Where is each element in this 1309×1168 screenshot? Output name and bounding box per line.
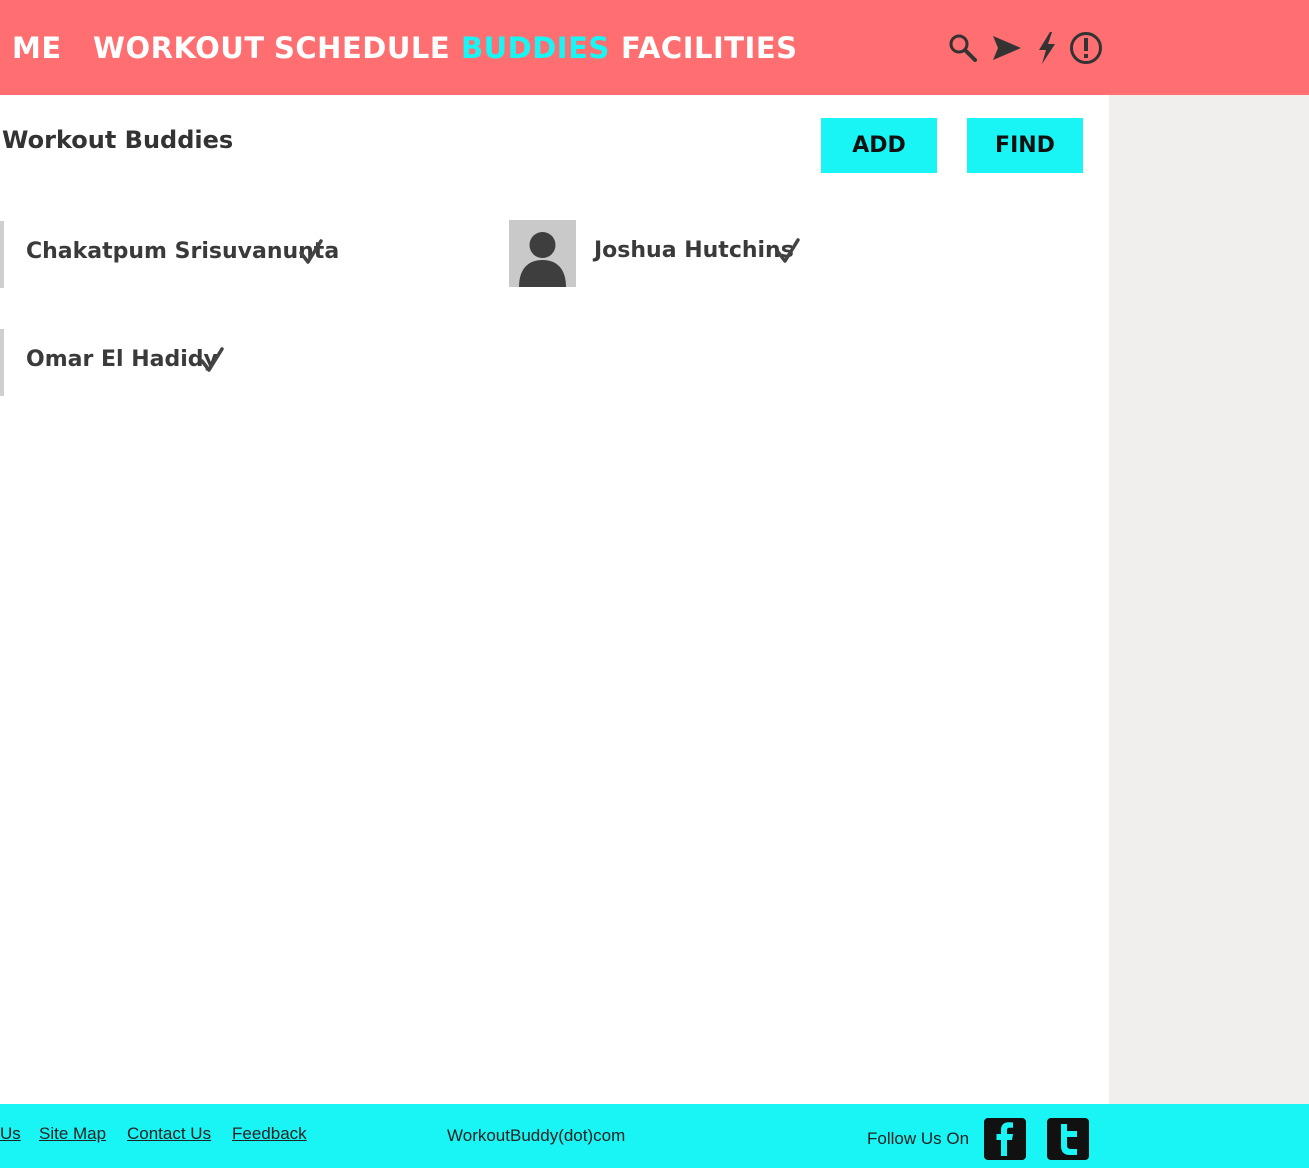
- top-nav-bar: ME WORKOUT SCHEDULE BUDDIES FACILITIES: [0, 0, 1309, 95]
- facebook-icon[interactable]: [984, 1118, 1026, 1160]
- footer-link-site-map[interactable]: Site Map: [39, 1124, 106, 1144]
- buddy-name: Omar El Hadidy: [26, 347, 218, 372]
- buddy-name: Joshua Hutchins: [594, 238, 794, 263]
- follow-label: Follow Us On: [867, 1129, 970, 1148]
- send-icon[interactable]: [990, 30, 1024, 66]
- find-buddy-button[interactable]: FIND: [967, 118, 1083, 173]
- search-icon[interactable]: [946, 30, 980, 66]
- site-name: WorkoutBuddy(dot)com: [447, 1126, 626, 1145]
- check-icon: [776, 238, 800, 263]
- buddy-avatar-placeholder: [0, 221, 4, 288]
- right-sidebar: [1109, 95, 1309, 1104]
- footer-link-contact-us[interactable]: Contact Us: [127, 1124, 211, 1144]
- nav-item-buddies[interactable]: BUDDIES: [461, 28, 610, 68]
- nav-item-workout[interactable]: WORKOUT: [93, 28, 265, 68]
- check-icon: [200, 347, 224, 372]
- buddy-avatar-placeholder: [0, 329, 4, 396]
- nav-item-me[interactable]: ME: [12, 28, 62, 68]
- page-title: Workout Buddies: [2, 126, 234, 154]
- nav-item-schedule[interactable]: SCHEDULE: [274, 28, 450, 68]
- twitter-icon[interactable]: [1047, 1118, 1089, 1160]
- check-icon: [299, 239, 323, 264]
- footer: Us Site Map Contact Us Feedback WorkoutB…: [0, 1104, 1309, 1168]
- buddy-item[interactable]: Chakatpum Srisuvanunta: [0, 221, 400, 288]
- buddy-name: Chakatpum Srisuvanunta: [26, 239, 340, 264]
- footer-link-feedback[interactable]: Feedback: [232, 1124, 307, 1144]
- alert-icon[interactable]: [1069, 30, 1103, 66]
- avatar: [509, 220, 576, 287]
- buddy-item[interactable]: Joshua Hutchins: [509, 220, 829, 287]
- add-buddy-button[interactable]: ADD: [821, 118, 937, 173]
- buddy-item[interactable]: Omar El Hadidy: [0, 329, 300, 396]
- lightning-icon[interactable]: [1030, 30, 1064, 66]
- nav-item-facilities[interactable]: FACILITIES: [621, 28, 798, 68]
- footer-link-about-us[interactable]: Us: [0, 1124, 21, 1144]
- user-silhouette-icon: [519, 232, 566, 287]
